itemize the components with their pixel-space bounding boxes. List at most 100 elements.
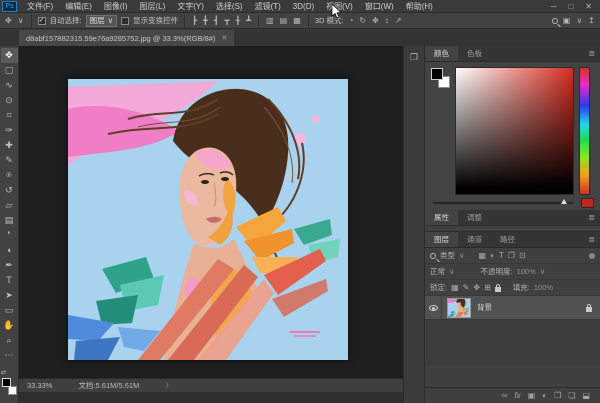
pen-tool[interactable]: ✒	[1, 258, 18, 273]
blend-mode-dropdown[interactable]: 正常	[430, 266, 445, 277]
new-layer-icon[interactable]: ❏	[568, 391, 575, 400]
minimize-icon[interactable]: ─	[551, 2, 557, 11]
background-color-swatch[interactable]	[8, 386, 17, 395]
foreground-color-swatch[interactable]	[2, 378, 11, 387]
tool-preset-chevron-icon[interactable]: ∨	[17, 16, 25, 25]
delete-layer-icon[interactable]: ⬓	[582, 391, 590, 400]
layer-name[interactable]: 背景	[477, 302, 492, 313]
menu-select[interactable]: 选择(S)	[210, 0, 249, 13]
filter-type-layers-icon[interactable]: T	[499, 251, 504, 260]
clone-stamp-tool[interactable]: ⍟	[1, 168, 18, 183]
filter-search-icon[interactable]	[430, 253, 436, 259]
distribute-even-icon[interactable]: ▦	[292, 16, 302, 25]
lock-all-icon[interactable]	[495, 287, 501, 292]
auto-select-checkbox[interactable]: ✓	[38, 17, 46, 25]
tab-color[interactable]: 颜色	[425, 46, 458, 61]
crop-tool[interactable]: ⌗	[1, 108, 18, 123]
chevron-down-icon[interactable]: ∨	[540, 267, 546, 276]
document-image[interactable]	[68, 79, 348, 360]
tab-paths[interactable]: 路径	[491, 232, 524, 247]
history-panel-icon[interactable]: ❐	[404, 52, 424, 63]
hue-slider[interactable]	[579, 67, 590, 195]
auto-select-target-dropdown[interactable]: 图层 ∨	[86, 15, 118, 27]
tab-close-icon[interactable]: ✕	[221, 34, 227, 42]
current-color-swatch[interactable]	[581, 198, 594, 208]
shape-tool[interactable]: ▭	[1, 303, 18, 318]
filter-smart-objects-icon[interactable]: ⊡	[519, 251, 526, 260]
tab-layers[interactable]: 图层	[425, 232, 458, 247]
marquee-tool[interactable]: ▢	[1, 63, 18, 78]
distribute-h-icon[interactable]: ▥	[265, 16, 275, 25]
layer-thumbnail[interactable]	[447, 298, 471, 318]
document-tab[interactable]: d8abf157882315.59e76a9285752.jpg @ 33.3%…	[19, 30, 234, 46]
adjustment-layer-icon[interactable]: ◐	[542, 391, 547, 400]
layer-row-background[interactable]: 背景	[425, 296, 600, 320]
eraser-tool[interactable]: ▱	[1, 198, 18, 213]
3d-scale-icon[interactable]: ↗	[394, 16, 403, 25]
filter-shape-layers-icon[interactable]: ❐	[508, 251, 515, 260]
slider-handle[interactable]	[561, 199, 567, 204]
maximize-icon[interactable]: □	[568, 2, 573, 11]
align-bottom-icon[interactable]: ┻	[245, 16, 252, 25]
panel-menu-icon[interactable]: ≣	[583, 210, 600, 225]
color-picker-field[interactable]	[455, 67, 574, 195]
menu-image[interactable]: 图像(I)	[98, 0, 134, 13]
close-icon[interactable]: ✕	[585, 2, 592, 11]
align-center-h-icon[interactable]: ╋	[202, 16, 209, 25]
healing-brush-tool[interactable]: ✚	[1, 138, 18, 153]
menu-window[interactable]: 窗口(W)	[359, 0, 400, 13]
zoom-tool[interactable]: ⌕	[1, 333, 18, 348]
workspace-icon[interactable]: ▣	[562, 16, 572, 25]
move-tool[interactable]: ✥	[1, 48, 18, 63]
status-chevron-icon[interactable]: 〉	[165, 380, 173, 391]
align-left-icon[interactable]: ┣	[191, 16, 198, 25]
lasso-tool[interactable]: ∿	[1, 78, 18, 93]
filter-kind-dropdown[interactable]: 类型	[440, 250, 455, 261]
blur-tool[interactable]: ❜	[1, 228, 18, 243]
filter-pixel-layers-icon[interactable]: ▦	[479, 251, 487, 260]
layer-visibility-toggle[interactable]	[425, 296, 442, 319]
swap-colors-icon[interactable]: ⇄	[1, 369, 6, 376]
3d-roll-icon[interactable]: ↻	[358, 16, 367, 25]
layer-group-icon[interactable]: ❐	[554, 391, 561, 400]
foreground-color-swatch[interactable]	[431, 68, 443, 80]
align-top-icon[interactable]: ┳	[224, 16, 231, 25]
history-brush-tool[interactable]: ↺	[1, 183, 18, 198]
tab-properties[interactable]: 属性	[425, 210, 458, 225]
menu-filter[interactable]: 滤镜(T)	[249, 0, 287, 13]
layers-list-empty-area[interactable]	[425, 320, 600, 365]
tab-swatches[interactable]: 色板	[458, 46, 491, 61]
filter-adjustment-layers-icon[interactable]: ◐	[490, 251, 495, 260]
align-middle-v-icon[interactable]: ╂	[234, 16, 241, 25]
3d-orbit-icon[interactable]: ◔	[348, 16, 355, 25]
menu-file[interactable]: 文件(F)	[21, 0, 59, 13]
edit-toolbar-icon[interactable]: ⋯	[1, 348, 18, 363]
zoom-level[interactable]: 33.33%	[27, 381, 52, 390]
3d-slide-icon[interactable]: ↕	[384, 16, 390, 25]
menu-layer[interactable]: 图层(L)	[133, 0, 171, 13]
eyedropper-tool[interactable]: ✑	[1, 123, 18, 138]
menu-3d[interactable]: 3D(D)	[287, 0, 320, 13]
lock-position-icon[interactable]: ✥	[473, 283, 480, 292]
menu-type[interactable]: 文字(Y)	[171, 0, 210, 13]
lock-artboard-icon[interactable]: ⊞	[484, 283, 491, 292]
share-icon[interactable]: ↥	[587, 16, 596, 25]
lock-transparent-icon[interactable]: ▦	[451, 283, 459, 292]
panel-menu-icon[interactable]: ≣	[583, 46, 600, 61]
quick-selection-tool[interactable]: ⊙	[1, 93, 18, 108]
canvas-area[interactable]	[19, 46, 403, 378]
distribute-v-icon[interactable]: ▤	[279, 16, 289, 25]
tab-channels[interactable]: 通道	[458, 232, 491, 247]
layer-mask-icon[interactable]: ▣	[528, 391, 536, 400]
3d-pan-icon[interactable]: ✥	[371, 16, 380, 25]
show-transform-checkbox[interactable]	[121, 17, 129, 25]
active-tool-icon[interactable]: ✥	[4, 16, 13, 25]
path-selection-tool[interactable]: ➤	[1, 288, 18, 303]
gradient-tool[interactable]: ▤	[1, 213, 18, 228]
hand-tool[interactable]: ✋	[1, 318, 18, 333]
align-right-icon[interactable]: ┫	[213, 16, 220, 25]
panel-menu-icon[interactable]: ≣	[583, 232, 600, 247]
lock-paint-icon[interactable]: ✎	[463, 283, 470, 292]
search-icon[interactable]	[552, 18, 558, 24]
link-layers-icon[interactable]: ∞	[502, 391, 508, 400]
